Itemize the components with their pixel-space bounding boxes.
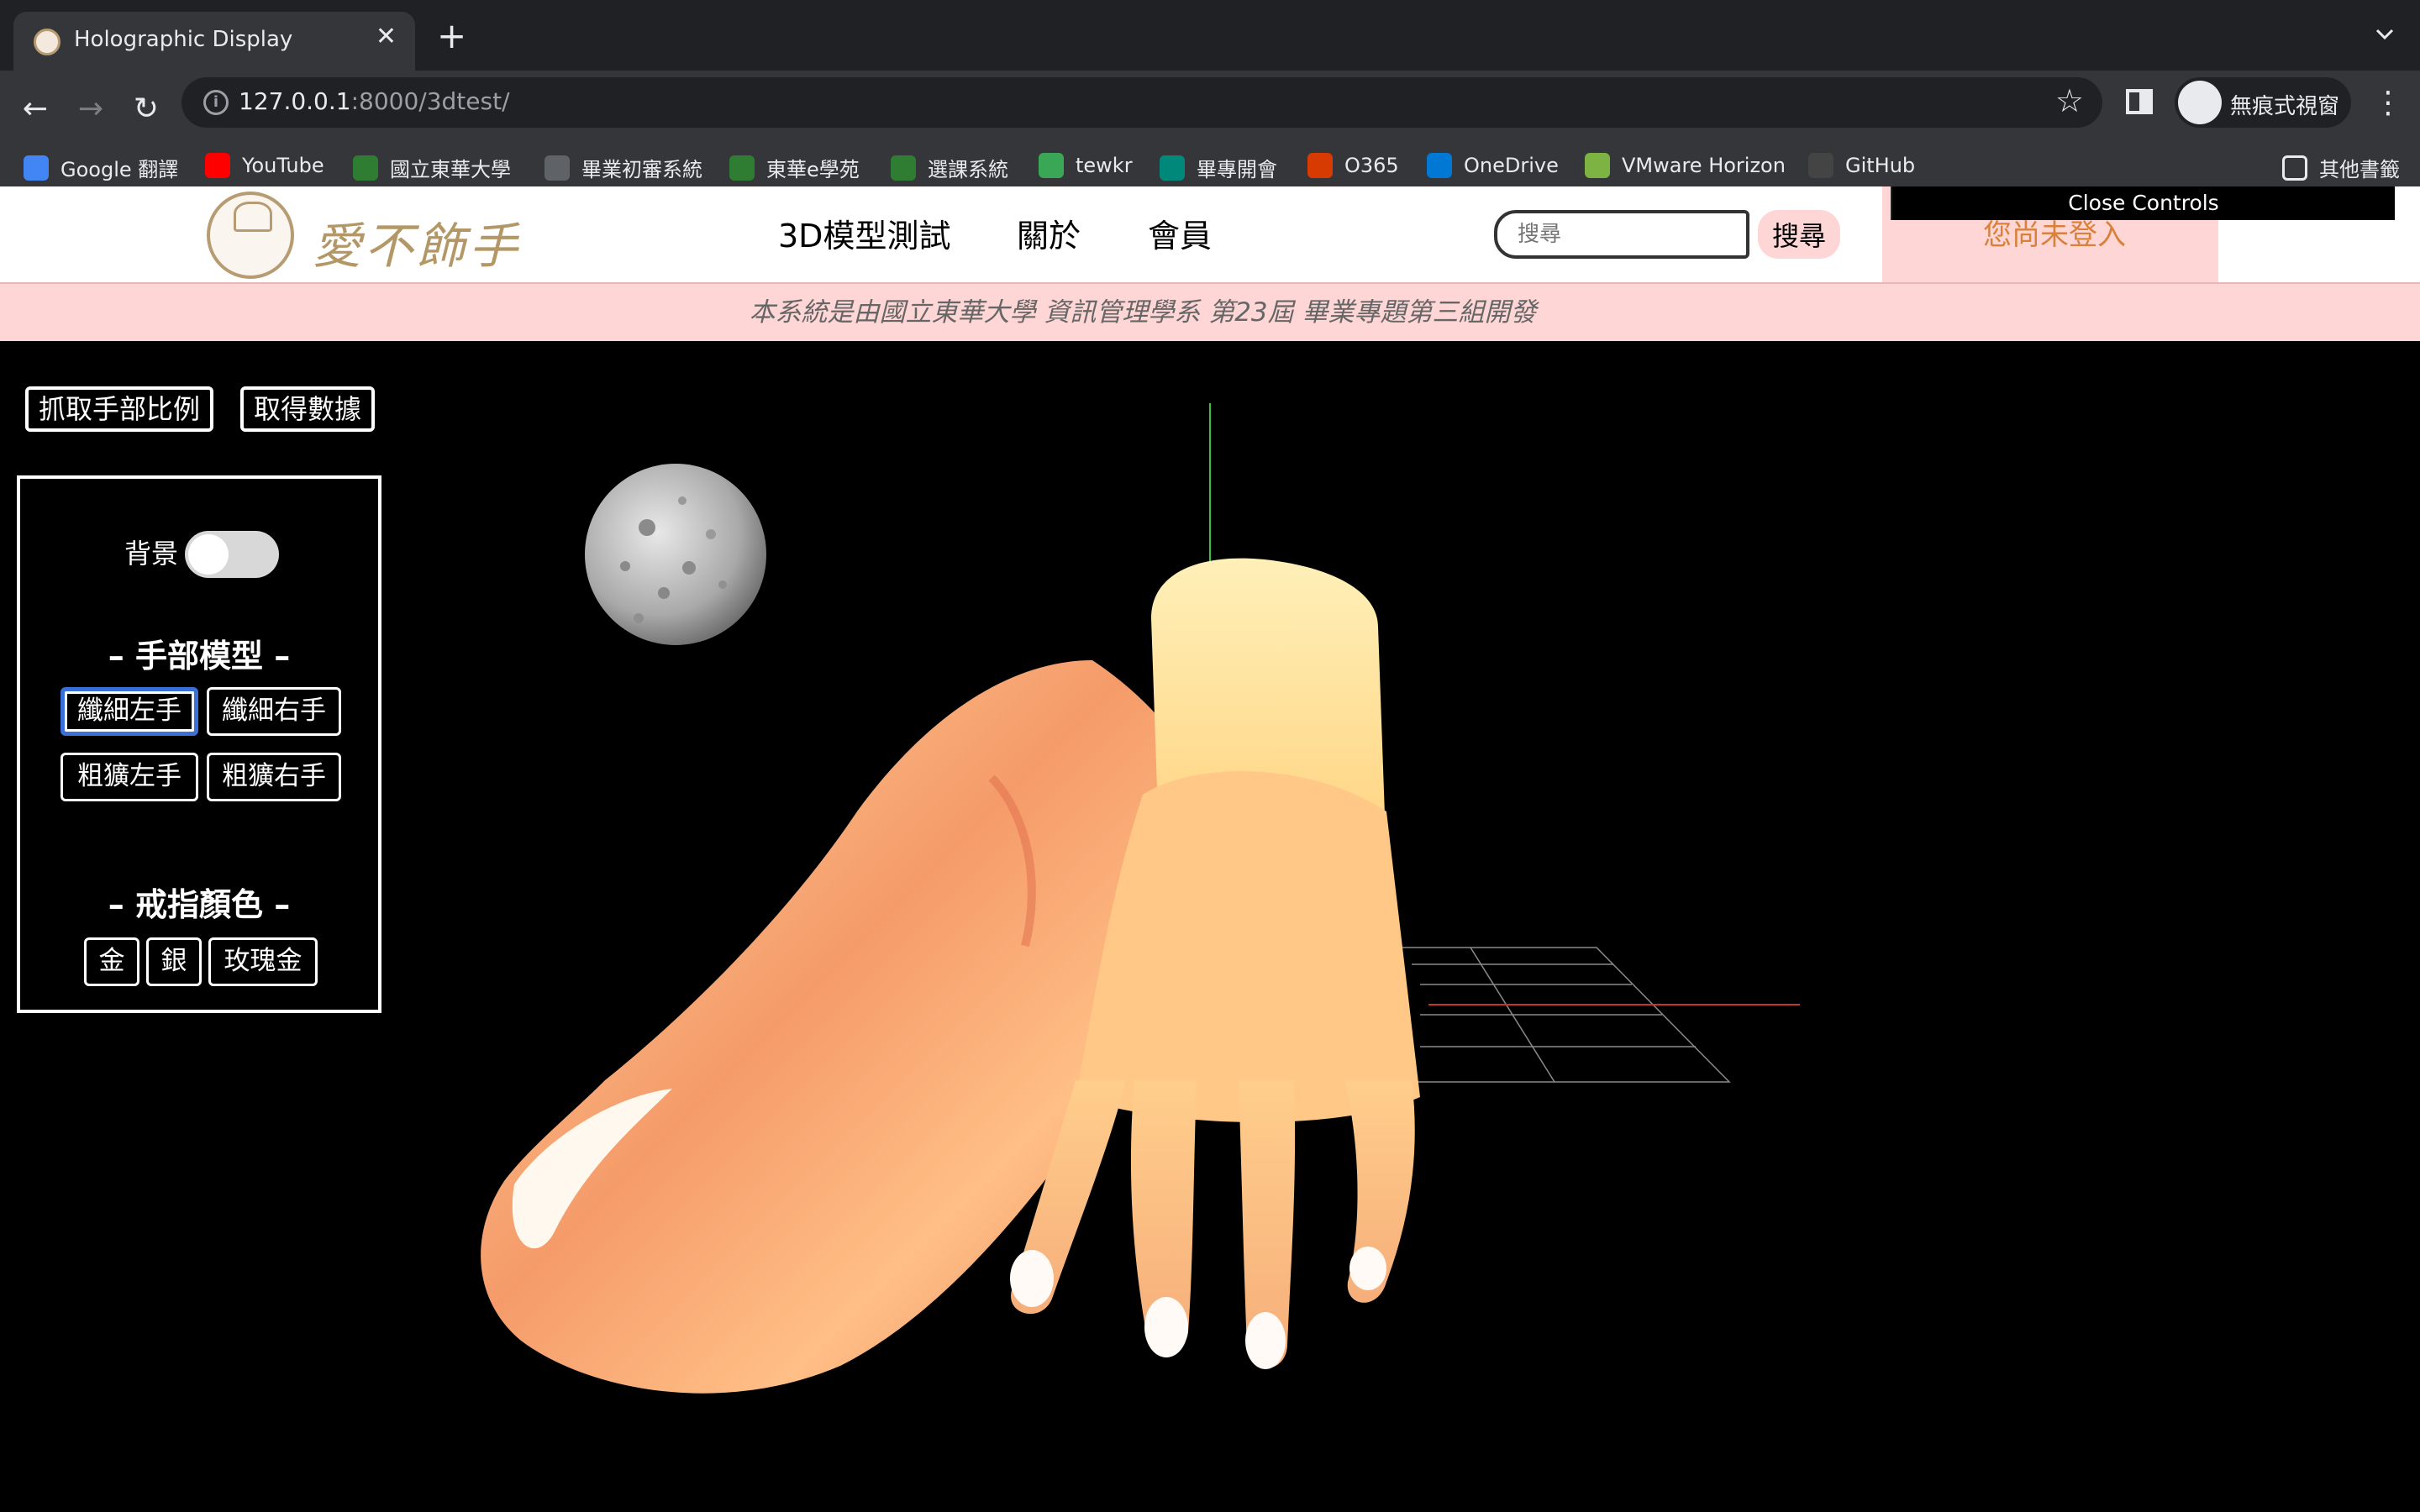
url-host: 127.0.0.1	[239, 87, 351, 115]
bookmark-ndhu[interactable]: 國立東華大學	[353, 153, 511, 181]
side-panel-icon[interactable]	[2126, 89, 2153, 114]
ring-color-silver-button[interactable]: 銀	[146, 937, 202, 986]
forward-arrow-icon[interactable]: →	[67, 86, 114, 133]
hand-bold-left-button[interactable]: 粗獷左手	[60, 753, 198, 801]
capture-hand-ratio-button[interactable]: 抓取手部比例	[25, 386, 213, 432]
toggle-knob	[188, 534, 229, 575]
bookmark-icon	[1585, 153, 1610, 178]
bookmark-course-selection[interactable]: 選課系統	[891, 153, 1008, 181]
controls-panel: 背景 – 手部模型 – 纖細左手 纖細右手 粗獷左手 粗獷右手 – 戒指顏色 –…	[17, 475, 381, 1013]
get-data-button[interactable]: 取得數據	[240, 386, 375, 432]
hand-slim-left-button[interactable]: 纖細左手	[60, 687, 198, 736]
tab-favicon-icon	[34, 29, 60, 55]
reload-icon[interactable]: ↻	[123, 86, 170, 133]
3d-viewport-canvas[interactable]: 抓取手部比例 取得數據 背景 – 手部模型 – 纖細左手 纖細右手 粗獷左手 粗…	[0, 341, 2420, 1512]
url-text[interactable]: 127.0.0.1:8000/3dtest/	[239, 87, 510, 115]
bookmark-icon	[1039, 153, 1064, 178]
nav-member[interactable]: 會員	[1148, 210, 1212, 256]
browser-toolbar: ← → ↻ i 127.0.0.1:8000/3dtest/ ☆ 無痕式視窗 ⋮…	[0, 71, 2420, 202]
bookmark-icon	[24, 155, 49, 181]
info-banner: 本系統是由國立東華大學 資訊管理學系 第23屆 畢業專題第三組開發	[0, 282, 2420, 341]
incognito-label: 無痕式視窗	[2230, 94, 2340, 119]
bookmark-icon	[729, 155, 755, 181]
site-info-icon[interactable]: i	[203, 90, 229, 115]
background-toggle-switch[interactable]	[185, 531, 279, 578]
ring-color-rose-gold-button[interactable]: 玫瑰金	[208, 937, 318, 986]
tab-search-chevron-icon[interactable]	[2375, 24, 2395, 44]
bookmark-icon	[205, 153, 230, 178]
bookmark-github[interactable]: GitHub	[1808, 153, 1915, 180]
bookmark-o365[interactable]: O365	[1307, 153, 1399, 180]
nav-3d-model-test[interactable]: 3D模型測試	[778, 210, 950, 256]
bookmark-icon	[353, 155, 378, 181]
url-path: :8000/3dtest/	[350, 87, 510, 115]
incognito-icon	[2178, 81, 2222, 124]
bookmark-meeting[interactable]: 畢專開會	[1160, 153, 1277, 181]
bookmark-youtube[interactable]: YouTube	[205, 153, 324, 180]
other-bookmarks-folder[interactable]: 其他書籤	[2282, 153, 2400, 181]
ring-color-gold-button[interactable]: 金	[84, 937, 139, 986]
background-toggle-label: 背景	[124, 538, 179, 570]
hand-bold-right-button[interactable]: 粗獷右手	[207, 753, 341, 801]
new-tab-plus-icon[interactable]: +	[437, 18, 466, 54]
back-arrow-icon[interactable]: ←	[12, 86, 59, 133]
browser-tab-strip: Holographic Display ✕ +	[0, 0, 2420, 71]
folder-icon	[2282, 155, 2307, 181]
hand-slim-right-button[interactable]: 纖細右手	[207, 687, 341, 736]
tab-title: Holographic Display	[74, 27, 293, 52]
close-controls-button[interactable]: Close Controls	[1891, 186, 2395, 220]
bookmark-tewkr[interactable]: tewkr	[1039, 153, 1133, 180]
address-bar[interactable]: i 127.0.0.1:8000/3dtest/ ☆	[182, 77, 2102, 128]
banner-text: 本系統是由國立東華大學 資訊管理學系 第23屆 畢業專題第三組開發	[749, 297, 1537, 328]
browser-menu-icon[interactable]: ⋮	[2373, 86, 2403, 120]
bookmark-icon	[1307, 153, 1333, 178]
bookmark-google-translate[interactable]: Google 翻譯	[24, 153, 178, 181]
hand-model-section-title: – 手部模型 –	[108, 638, 291, 675]
bookmark-onedrive[interactable]: OneDrive	[1427, 153, 1559, 180]
nav-about[interactable]: 關於	[1017, 210, 1081, 256]
bookmark-elearning[interactable]: 東華e學苑	[729, 153, 860, 181]
bookmarks-bar: Google 翻譯 YouTube 國立東華大學 畢業初審系統 東華e學苑 選課…	[0, 138, 2420, 193]
bookmark-vmware-horizon[interactable]: VMware Horizon	[1585, 153, 1786, 180]
hand-3d-model	[481, 558, 1420, 1394]
browser-tab[interactable]: Holographic Display ✕	[13, 12, 415, 71]
bookmark-icon	[891, 155, 916, 181]
bookmark-icon	[1427, 153, 1452, 178]
search-input[interactable]	[1494, 210, 1749, 259]
moon-sphere	[585, 464, 766, 645]
bookmark-graduation-review[interactable]: 畢業初審系統	[544, 153, 702, 181]
bookmark-icon	[544, 155, 570, 181]
site-logo-text[interactable]: 愛不飾手	[313, 207, 521, 277]
site-logo-ring-icon[interactable]	[207, 192, 294, 279]
bookmark-star-icon[interactable]: ☆	[2055, 82, 2084, 119]
bookmark-icon	[1160, 155, 1185, 181]
bookmark-icon	[1808, 153, 1833, 178]
incognito-profile-button[interactable]: 無痕式視窗	[2175, 77, 2351, 128]
tab-close-icon[interactable]: ✕	[376, 22, 397, 51]
ring-color-section-title: – 戒指顏色 –	[108, 886, 291, 923]
search-button[interactable]: 搜尋	[1758, 210, 1840, 259]
